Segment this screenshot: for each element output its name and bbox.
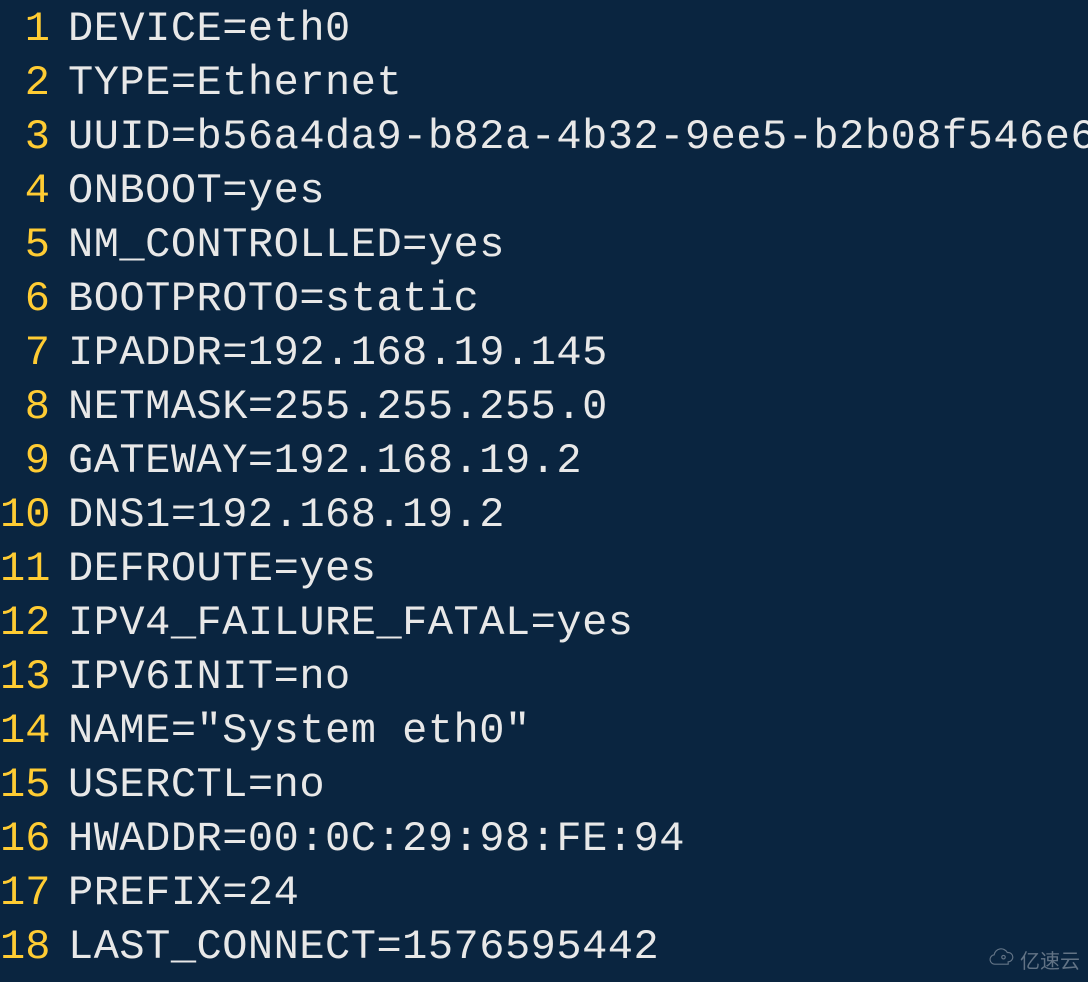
code-line: 16 HWADDR=00:0C:29:98:FE:94 xyxy=(0,812,1088,866)
code-line: 5 NM_CONTROLLED=yes xyxy=(0,218,1088,272)
line-number: 18 xyxy=(0,920,68,974)
code-line: 4 ONBOOT=yes xyxy=(0,164,1088,218)
line-number: 5 xyxy=(0,218,68,272)
code-line: 8 NETMASK=255.255.255.0 xyxy=(0,380,1088,434)
code-line: 1 DEVICE=eth0 xyxy=(0,2,1088,56)
line-number: 3 xyxy=(0,110,68,164)
code-line: 12 IPV4_FAILURE_FATAL=yes xyxy=(0,596,1088,650)
line-content: NM_CONTROLLED=yes xyxy=(68,218,505,272)
watermark: 亿速云 xyxy=(986,942,1080,976)
code-line: 2 TYPE=Ethernet xyxy=(0,56,1088,110)
line-number: 4 xyxy=(0,164,68,218)
code-line: 11 DEFROUTE=yes xyxy=(0,542,1088,596)
line-content: IPV4_FAILURE_FATAL=yes xyxy=(68,596,634,650)
code-line: 9 GATEWAY=192.168.19.2 xyxy=(0,434,1088,488)
line-content: IPADDR=192.168.19.145 xyxy=(68,326,608,380)
line-content: DEFROUTE=yes xyxy=(68,542,376,596)
line-number: 14 xyxy=(0,704,68,758)
line-content: LAST_CONNECT=1576595442 xyxy=(68,920,659,974)
code-editor[interactable]: 1 DEVICE=eth0 2 TYPE=Ethernet 3 UUID=b56… xyxy=(0,0,1088,974)
line-content: USERCTL=no xyxy=(68,758,325,812)
line-number: 17 xyxy=(0,866,68,920)
code-line: 15 USERCTL=no xyxy=(0,758,1088,812)
line-content: NAME="System eth0" xyxy=(68,704,531,758)
line-number: 13 xyxy=(0,650,68,704)
line-number: 15 xyxy=(0,758,68,812)
line-content: UUID=b56a4da9-b82a-4b32-9ee5-b2b08f546e6… xyxy=(68,110,1088,164)
code-line: 3 UUID=b56a4da9-b82a-4b32-9ee5-b2b08f546… xyxy=(0,110,1088,164)
line-number: 1 xyxy=(0,2,68,56)
line-number: 7 xyxy=(0,326,68,380)
line-number: 12 xyxy=(0,596,68,650)
line-content: GATEWAY=192.168.19.2 xyxy=(68,434,582,488)
line-number: 16 xyxy=(0,812,68,866)
line-content: IPV6INIT=no xyxy=(68,650,351,704)
line-content: DEVICE=eth0 xyxy=(68,2,351,56)
code-line: 14 NAME="System eth0" xyxy=(0,704,1088,758)
line-content: HWADDR=00:0C:29:98:FE:94 xyxy=(68,812,685,866)
line-content: DNS1=192.168.19.2 xyxy=(68,488,505,542)
code-line: 13 IPV6INIT=no xyxy=(0,650,1088,704)
line-content: TYPE=Ethernet xyxy=(68,56,402,110)
code-line: 6 BOOTPROTO=static xyxy=(0,272,1088,326)
line-content: BOOTPROTO=static xyxy=(68,272,479,326)
code-line: 18 LAST_CONNECT=1576595442 xyxy=(0,920,1088,974)
line-number: 11 xyxy=(0,542,68,596)
watermark-text: 亿速云 xyxy=(1020,945,1080,974)
line-number: 8 xyxy=(0,380,68,434)
code-line: 17 PREFIX=24 xyxy=(0,866,1088,920)
code-line: 7 IPADDR=192.168.19.145 xyxy=(0,326,1088,380)
line-number: 9 xyxy=(0,434,68,488)
line-content: NETMASK=255.255.255.0 xyxy=(68,380,608,434)
line-number: 6 xyxy=(0,272,68,326)
cloud-icon xyxy=(986,942,1014,976)
code-line: 10 DNS1=192.168.19.2 xyxy=(0,488,1088,542)
line-number: 10 xyxy=(0,488,68,542)
line-number: 2 xyxy=(0,56,68,110)
line-content: PREFIX=24 xyxy=(68,866,299,920)
line-content: ONBOOT=yes xyxy=(68,164,325,218)
